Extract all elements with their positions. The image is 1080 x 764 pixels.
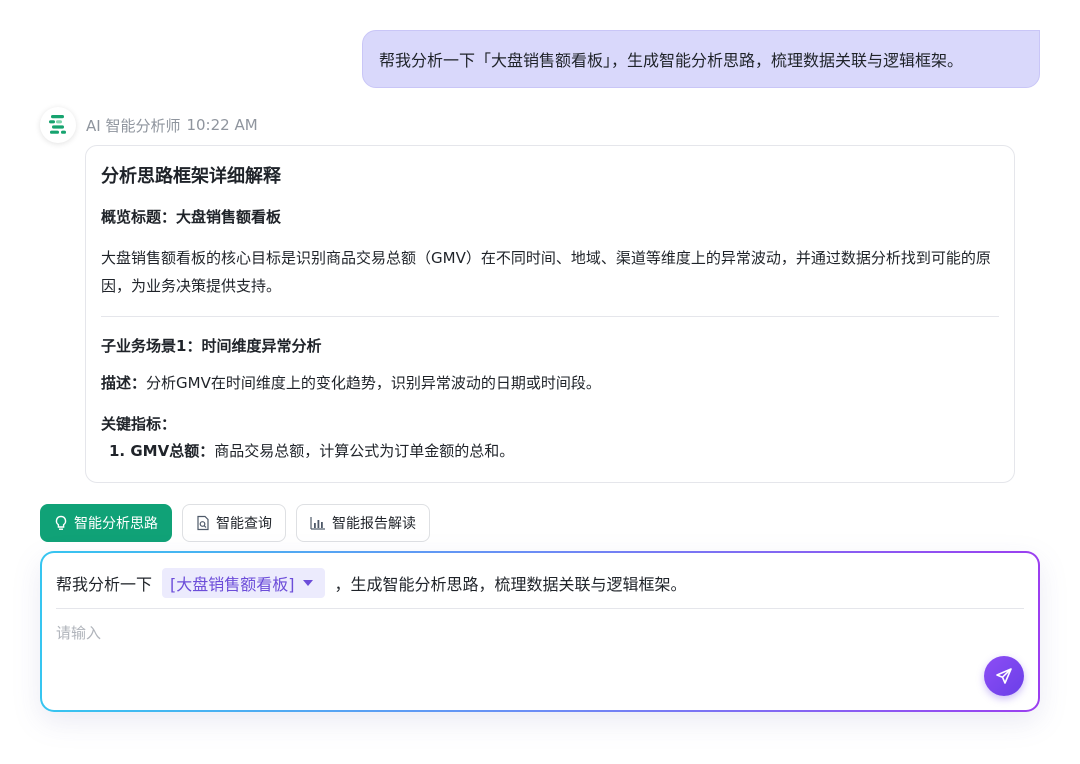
send-icon (996, 668, 1012, 684)
user-message-text: 帮我分析一下「大盘销售额看板」，生成智能分析思路，梳理数据关联与逻辑框架。 (379, 51, 964, 70)
overview-heading: 概览标题：大盘销售额看板 (101, 208, 282, 226)
scenario-description: 描述：分析GMV在时间维度上的变化趋势，识别异常波动的日期或时间段。 (101, 369, 999, 397)
analysis-card: 分析思路框架详细解释 概览标题：大盘销售额看板 大盘销售额看板的核心目标是识别商… (85, 145, 1015, 483)
message-timestamp: 10:22 AM (186, 116, 258, 134)
description-label: 描述： (101, 374, 147, 392)
smart-report-button[interactable]: 智能报告解读 (296, 504, 430, 542)
card-title: 分析思路框架详细解释 (101, 166, 281, 187)
metric-label: 1. GMV总额： (109, 442, 215, 460)
section-divider (101, 316, 999, 317)
composer: 帮我分析一下 [大盘销售额看板] ，生成智能分析思路，梳理数据关联与逻辑框架。 (40, 551, 1040, 712)
chevron-down-icon (302, 580, 313, 586)
bulb-icon (54, 515, 68, 531)
dashboard-selector-label: [大盘销售额看板] (170, 575, 295, 594)
smart-report-label: 智能报告解读 (332, 516, 416, 532)
dashboard-selector[interactable]: [大盘销售额看板] (162, 568, 325, 598)
assistant-logo-icon (49, 115, 66, 134)
send-button[interactable] (984, 656, 1024, 696)
bar-chart-icon (310, 516, 326, 530)
search-doc-icon (196, 515, 210, 531)
scenario-heading: 子业务场景1：时间维度异常分析 (101, 337, 322, 355)
assistant-name: AI 智能分析师 (86, 116, 181, 135)
description-text: 分析GMV在时间维度上的变化趋势，识别异常波动的日期或时间段。 (146, 374, 601, 392)
assistant-avatar (40, 107, 76, 143)
metric-text: 商品交易总额，计算公式为订单金额的总和。 (214, 442, 515, 460)
smart-analysis-button[interactable]: 智能分析思路 (40, 504, 172, 542)
smart-query-label: 智能查询 (216, 516, 272, 532)
user-message-bubble: 帮我分析一下「大盘销售额看板」，生成智能分析思路，梳理数据关联与逻辑框架。 (362, 30, 1040, 88)
prompt-prefix: 帮我分析一下 (56, 575, 153, 594)
composer-inner: 帮我分析一下 [大盘销售额看板] ，生成智能分析思路，梳理数据关联与逻辑框架。 (42, 553, 1038, 710)
message-input[interactable] (56, 619, 656, 647)
prompt-suffix: ，生成智能分析思路，梳理数据关联与逻辑框架。 (334, 575, 687, 594)
prompt-template: 帮我分析一下 [大盘销售额看板] ，生成智能分析思路，梳理数据关联与逻辑框架。 (56, 567, 1024, 599)
assistant-header: AI 智能分析师 10:22 AM (40, 106, 258, 144)
action-chips: 智能分析思路 智能查询 智能报告解读 (40, 504, 430, 542)
smart-analysis-label: 智能分析思路 (74, 516, 158, 532)
smart-query-button[interactable]: 智能查询 (182, 504, 286, 542)
composer-divider (56, 608, 1024, 609)
metric-item: 1. GMV总额：商品交易总额，计算公式为订单金额的总和。 (101, 437, 999, 465)
metrics-heading: 关键指标： (101, 415, 177, 433)
overview-body: 大盘销售额看板的核心目标是识别商品交易总额（GMV）在不同时间、地域、渠道等维度… (101, 249, 991, 295)
